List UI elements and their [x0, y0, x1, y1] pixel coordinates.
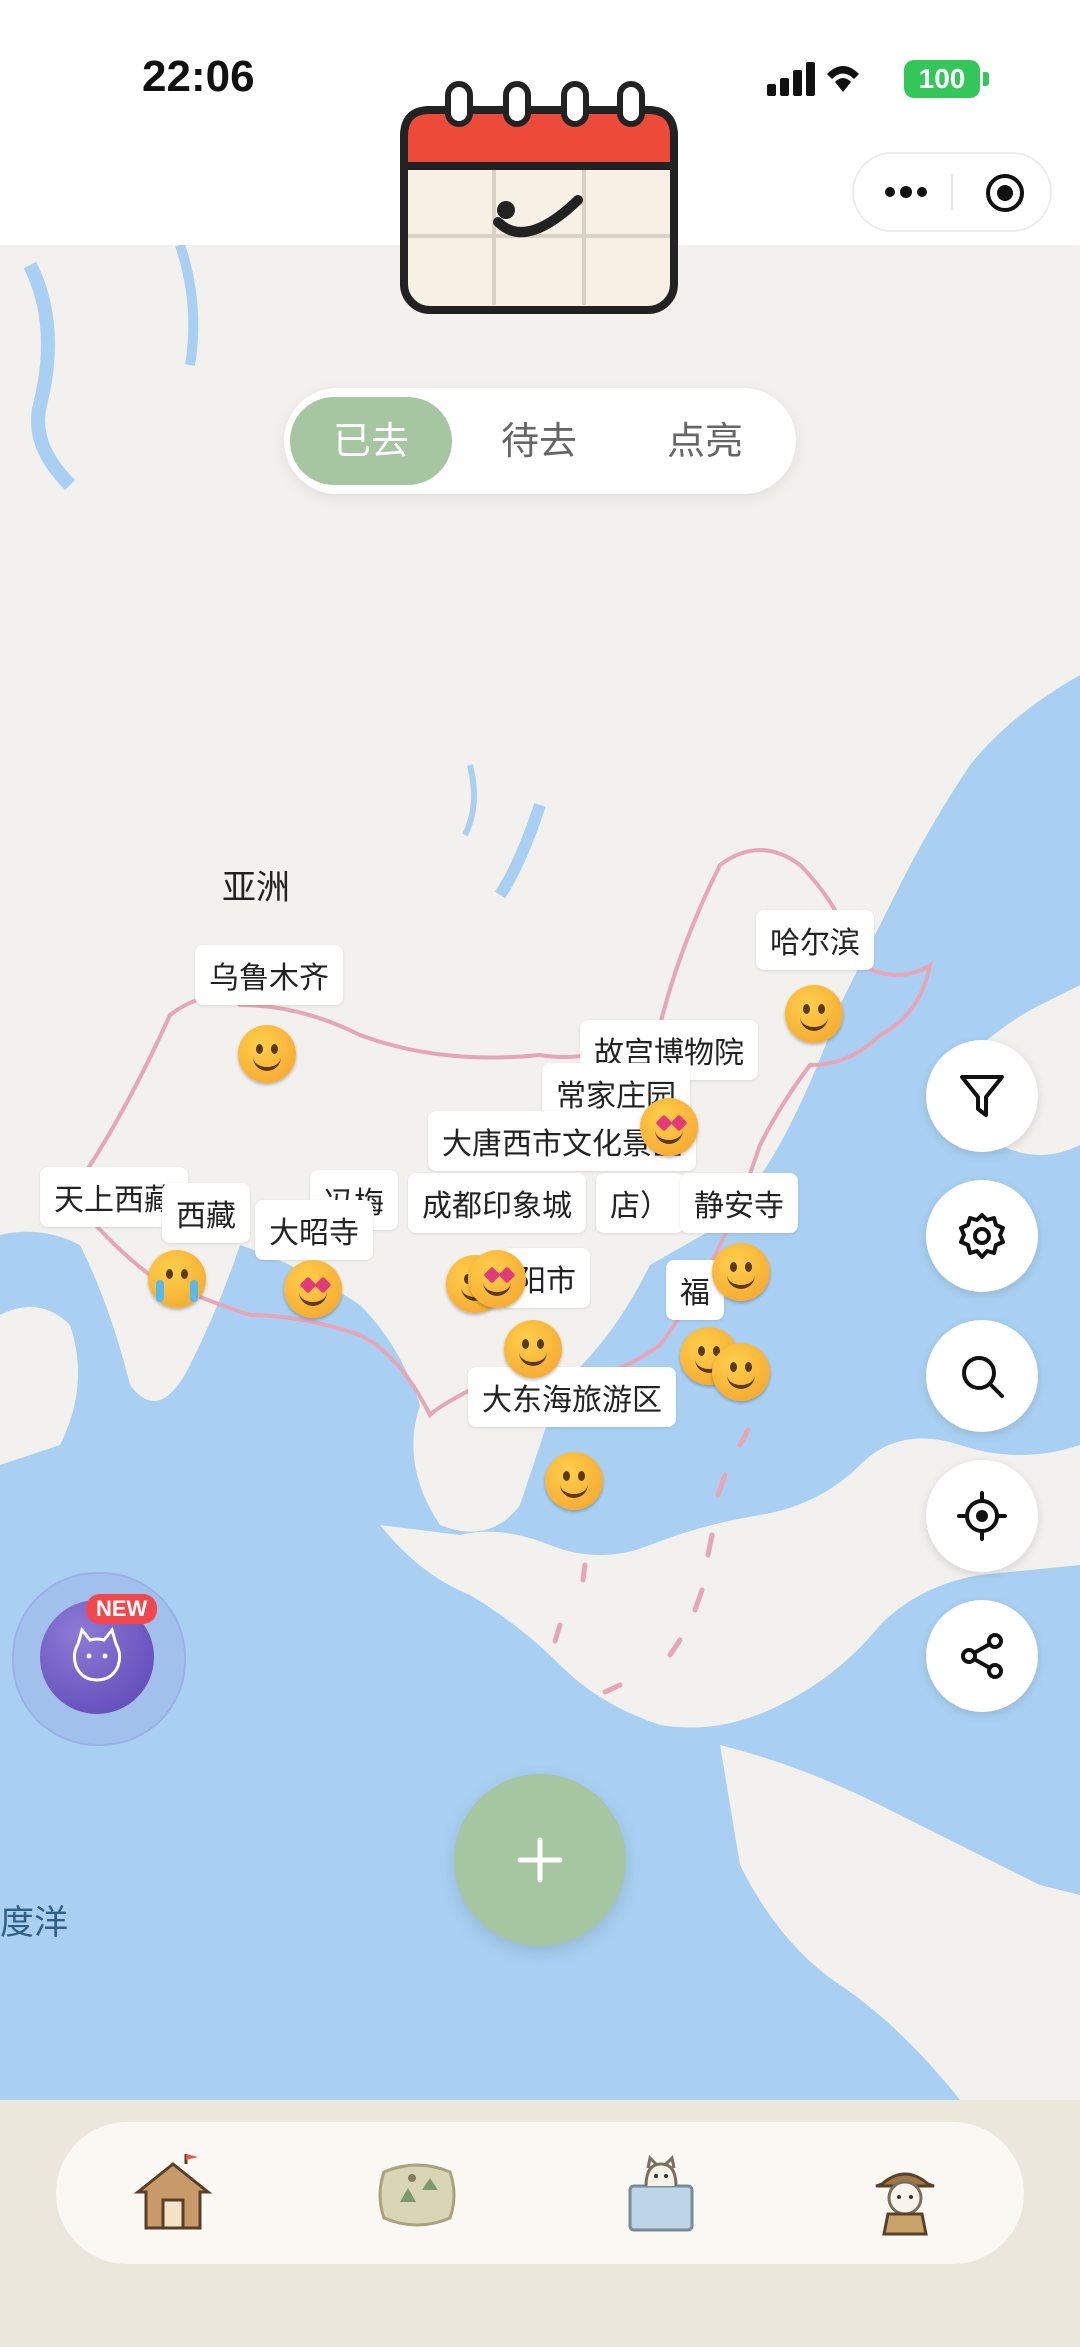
- share-icon: [961, 1633, 1003, 1679]
- map-tab-icon[interactable]: [372, 2150, 462, 2240]
- filter-icon: [960, 1075, 1004, 1117]
- locate-button[interactable]: [926, 1460, 1038, 1572]
- share-button[interactable]: [926, 1600, 1038, 1712]
- smile-pin-icon[interactable]: [712, 1243, 770, 1301]
- smile-pin-icon[interactable]: [504, 1320, 562, 1378]
- house-tab-icon[interactable]: [128, 2150, 218, 2240]
- battery-indicator: 100: [904, 60, 980, 98]
- gear-icon: [959, 1213, 1005, 1259]
- place-label[interactable]: 店）: [596, 1173, 684, 1233]
- star-eyes-pin-icon[interactable]: [640, 1098, 698, 1156]
- settings-button[interactable]: [926, 1180, 1038, 1292]
- place-label[interactable]: 大东海旅游区: [468, 1367, 676, 1427]
- continent-label: 亚洲: [222, 868, 290, 908]
- photo-cat-tab-icon[interactable]: [616, 2150, 706, 2240]
- segment-visited[interactable]: 已去: [290, 397, 452, 485]
- capsule-divider: [951, 174, 953, 210]
- smile-pin-icon[interactable]: [238, 1025, 296, 1083]
- place-label[interactable]: 成都印象城: [408, 1173, 586, 1233]
- segment-to-visit[interactable]: 待去: [458, 397, 620, 485]
- status-time: 22:06: [142, 52, 255, 101]
- star-eyes-pin-icon[interactable]: [468, 1250, 526, 1308]
- segment-light-up[interactable]: 点亮: [624, 397, 786, 485]
- search-icon: [962, 1356, 1004, 1398]
- miniprogram-capsule: [852, 152, 1052, 232]
- ocean-label: 度洋: [0, 1903, 68, 1943]
- crying-pin-icon[interactable]: [148, 1250, 206, 1308]
- add-button[interactable]: [454, 1774, 626, 1946]
- place-label[interactable]: 乌鲁木齐: [195, 945, 343, 1005]
- place-label[interactable]: 哈尔滨: [756, 910, 874, 970]
- new-badge: NEW: [86, 1594, 158, 1624]
- close-circle-icon[interactable]: [984, 172, 1026, 214]
- plus-icon: [517, 1837, 563, 1883]
- battery-tip: [983, 72, 989, 86]
- more-icon[interactable]: [882, 168, 930, 216]
- cellular-signal-icon: [767, 62, 859, 96]
- filter-button[interactable]: [926, 1040, 1038, 1152]
- place-label[interactable]: 大昭寺: [255, 1200, 373, 1260]
- place-label[interactable]: 西藏: [162, 1183, 250, 1243]
- search-button[interactable]: [926, 1320, 1038, 1432]
- place-label[interactable]: 静安寺: [680, 1173, 798, 1233]
- locate-icon: [957, 1491, 1007, 1541]
- love-pin-icon[interactable]: [284, 1260, 342, 1318]
- party-pin-icon[interactable]: [545, 1452, 603, 1510]
- calendar-logo-icon: [400, 81, 678, 314]
- visit-status-segment: 已去 待去 点亮: [284, 388, 796, 494]
- explorer-cat-tab-icon[interactable]: [860, 2150, 950, 2240]
- smile-pin-icon[interactable]: [712, 1343, 770, 1401]
- smile-pin-icon[interactable]: [785, 985, 843, 1043]
